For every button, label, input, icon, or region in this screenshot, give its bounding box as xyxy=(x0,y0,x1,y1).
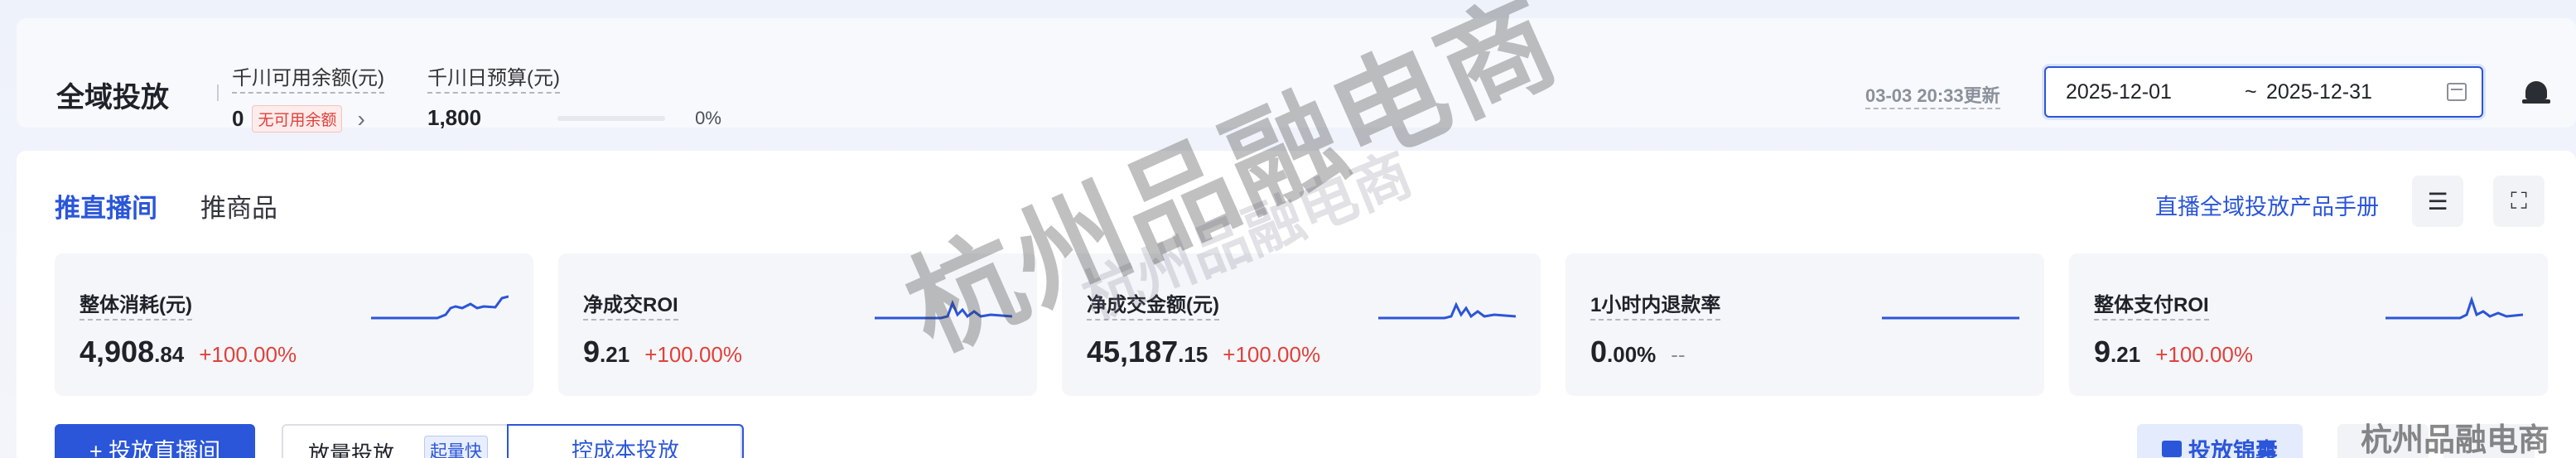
kpi-card-net-amount[interactable]: 净成交金额(元) 45,187 .15 +100.00% xyxy=(1062,253,1541,396)
kpi-value: 4,908 .84 +100.00% xyxy=(80,335,297,369)
balance-label[interactable]: 千川可用余额(元) xyxy=(232,61,384,94)
kpi-value-main: 9 xyxy=(2094,335,2111,369)
kpi-card-net-roi[interactable]: 净成交ROI 9 .21 +100.00% xyxy=(558,253,1037,396)
balance-metric: 千川可用余额(元) 0 无可用余额 › xyxy=(232,61,384,133)
kpi-value: 9 .21 +100.00% xyxy=(2094,335,2253,369)
seg-option-cost-control[interactable]: 控成本投放 xyxy=(507,424,744,458)
user-filter-button[interactable] xyxy=(2337,424,2429,458)
kpi-value-main: 45,187 xyxy=(1087,335,1179,369)
chevron-right-icon[interactable]: › xyxy=(357,106,364,133)
budget-progress-bar xyxy=(557,115,666,121)
kpi-change: +100.00% xyxy=(644,342,743,367)
kpi-card-refund-rate[interactable]: 1小时内退款率 0 .00% -- xyxy=(1565,253,2044,396)
budget-value: 1,800 xyxy=(427,105,482,130)
tab-product[interactable]: 推商品 xyxy=(200,187,277,224)
tips-button-label: 投放锦囊 xyxy=(2188,438,2278,458)
kpi-label: 整体支付ROI xyxy=(2094,288,2209,321)
kpi-value-sub: .21 xyxy=(2110,342,2141,367)
date-range-picker[interactable]: 2025-12-01 ~ 2025-12-31 xyxy=(2044,66,2483,118)
date-separator: ~ xyxy=(2245,80,2257,104)
sparkline-chart xyxy=(2385,296,2523,320)
sparkline-chart xyxy=(1378,301,1516,320)
seg-tag-badge: 起量快 xyxy=(424,436,488,458)
notification-button[interactable] xyxy=(2511,63,2561,118)
add-live-room-button[interactable]: + 投放直播间 xyxy=(55,424,255,458)
bid-mode-segment[interactable]: 放量投放 起量快 控成本投放 xyxy=(282,424,744,458)
bell-icon xyxy=(2522,81,2550,104)
kpi-value-sub: .15 xyxy=(1178,342,1208,367)
sparkline-chart xyxy=(1882,316,2019,320)
fullscreen-button[interactable]: ⛶ xyxy=(2493,176,2545,227)
fullscreen-icon: ⛶ xyxy=(2511,187,2527,214)
kpi-value-main: 0 xyxy=(1590,335,1608,369)
sliders-icon: ☰ xyxy=(2427,188,2448,215)
budget-progress-text: 0% xyxy=(695,107,721,128)
page-title: 全域投放 xyxy=(56,82,169,113)
tab-live-room[interactable]: 推直播间 xyxy=(55,187,157,224)
kpi-label: 整体消耗(元) xyxy=(80,288,192,321)
kpi-label: 1小时内退款率 xyxy=(1590,288,1721,321)
updated-time[interactable]: 03-03 20:33更新 xyxy=(1865,81,2000,109)
column-settings-button[interactable] xyxy=(2443,424,2535,458)
kpi-value: 45,187 .15 +100.00% xyxy=(1087,335,1320,369)
kpi-value-main: 9 xyxy=(583,335,601,369)
date-start[interactable]: 2025-12-01 xyxy=(2066,80,2172,104)
main-panel: 推直播间 推商品 直播全域投放产品手册 ☰ ⛶ 整体消耗(元) 4,908 .8… xyxy=(17,151,2576,458)
kpi-change: +100.00% xyxy=(199,342,297,367)
settings-sliders-button[interactable]: ☰ xyxy=(2412,176,2463,227)
kpi-value-main: 4,908 xyxy=(80,335,155,369)
balance-status-badge: 无可用余额 xyxy=(252,105,343,133)
product-manual-link[interactable]: 直播全域投放产品手册 xyxy=(2155,189,2379,221)
kpi-value: 9 .21 +100.00% xyxy=(583,335,742,369)
date-end[interactable]: 2025-12-31 xyxy=(2266,80,2372,104)
kpi-change: +100.00% xyxy=(1223,342,1321,367)
briefcase-icon xyxy=(2162,441,2182,457)
budget-label[interactable]: 千川日预算(元) xyxy=(427,61,560,94)
seg-option-volume[interactable]: 放量投放 xyxy=(308,437,394,458)
kpi-change: -- xyxy=(1671,342,1686,367)
balance-value: 0 xyxy=(232,106,244,131)
calendar-icon[interactable] xyxy=(2447,83,2467,101)
sparkline-chart xyxy=(371,295,509,320)
sparkline-chart xyxy=(875,299,1012,320)
kpi-change: +100.00% xyxy=(2155,342,2254,367)
kpi-label: 净成交ROI xyxy=(583,288,678,321)
kpi-label: 净成交金额(元) xyxy=(1087,288,1219,321)
tips-button[interactable]: 投放锦囊 xyxy=(2137,424,2303,458)
header-divider xyxy=(217,84,219,101)
overview-header: 全域投放 千川可用余额(元) 0 无可用余额 › 千川日预算(元) 1,800 … xyxy=(17,18,2576,133)
budget-metric: 千川日预算(元) 1,800 0% xyxy=(427,61,721,131)
kpi-card-pay-roi[interactable]: 整体支付ROI 9 .21 +100.00% xyxy=(2069,253,2548,396)
kpi-value-sub: .21 xyxy=(600,342,630,367)
kpi-value: 0 .00% -- xyxy=(1590,335,1686,369)
kpi-value-sub: .00% xyxy=(1607,342,1657,367)
kpi-value-sub: .84 xyxy=(154,342,185,367)
kpi-card-total-spend[interactable]: 整体消耗(元) 4,908 .84 +100.00% xyxy=(55,253,533,396)
